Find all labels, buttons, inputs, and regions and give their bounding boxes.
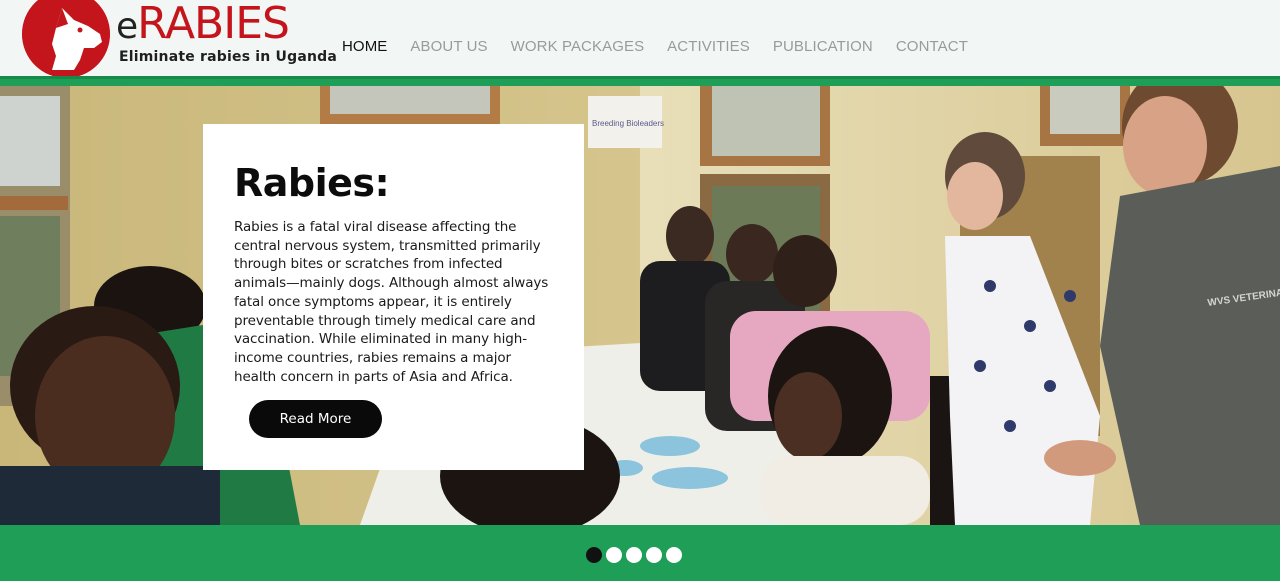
nav-activities[interactable]: ACTIVITIES: [667, 38, 750, 56]
dog-head-logo-icon: [22, 0, 110, 78]
read-more-button[interactable]: Read More: [249, 400, 382, 438]
nav-home[interactable]: HOME: [342, 38, 387, 56]
hero-slider: Breeding Bioleaders WVS VETERINARY T: [0, 86, 1280, 525]
workshop-photo: Breeding Bioleaders WVS VETERINARY T: [0, 86, 1280, 525]
header-accent-bar: [0, 76, 1280, 86]
logo-wordmark: eRABIES: [116, 0, 290, 49]
slider-footer: [0, 525, 1280, 581]
logo-tagline: Eliminate rabies in Uganda: [119, 49, 338, 65]
carousel-dot-4[interactable]: [646, 547, 662, 563]
carousel-dot-2[interactable]: [606, 547, 622, 563]
carousel-dot-5[interactable]: [666, 547, 682, 563]
nav-about-us[interactable]: ABOUT US: [410, 38, 487, 56]
carousel-dot-3[interactable]: [626, 547, 642, 563]
intro-card: Rabies: Rabies is a fatal viral disease …: [203, 124, 584, 470]
nav-contact[interactable]: CONTACT: [896, 38, 968, 56]
nav-work-packages[interactable]: WORK PACKAGES: [511, 38, 645, 56]
wall-sign-text: Breeding Bioleaders: [592, 119, 664, 128]
carousel-dot-1[interactable]: [586, 547, 602, 563]
site-logo[interactable]: eRABIES Eliminate rabies in Uganda: [22, 0, 337, 82]
site-header: eRABIES Eliminate rabies in Uganda HOME …: [0, 0, 1280, 86]
card-body-text: Rabies is a fatal viral disease affectin…: [234, 219, 549, 385]
main-nav: HOME ABOUT US WORK PACKAGES ACTIVITIES P…: [342, 38, 991, 56]
carousel-dots: [586, 547, 682, 563]
card-title: Rabies:: [234, 161, 390, 205]
nav-publication[interactable]: PUBLICATION: [773, 38, 873, 56]
